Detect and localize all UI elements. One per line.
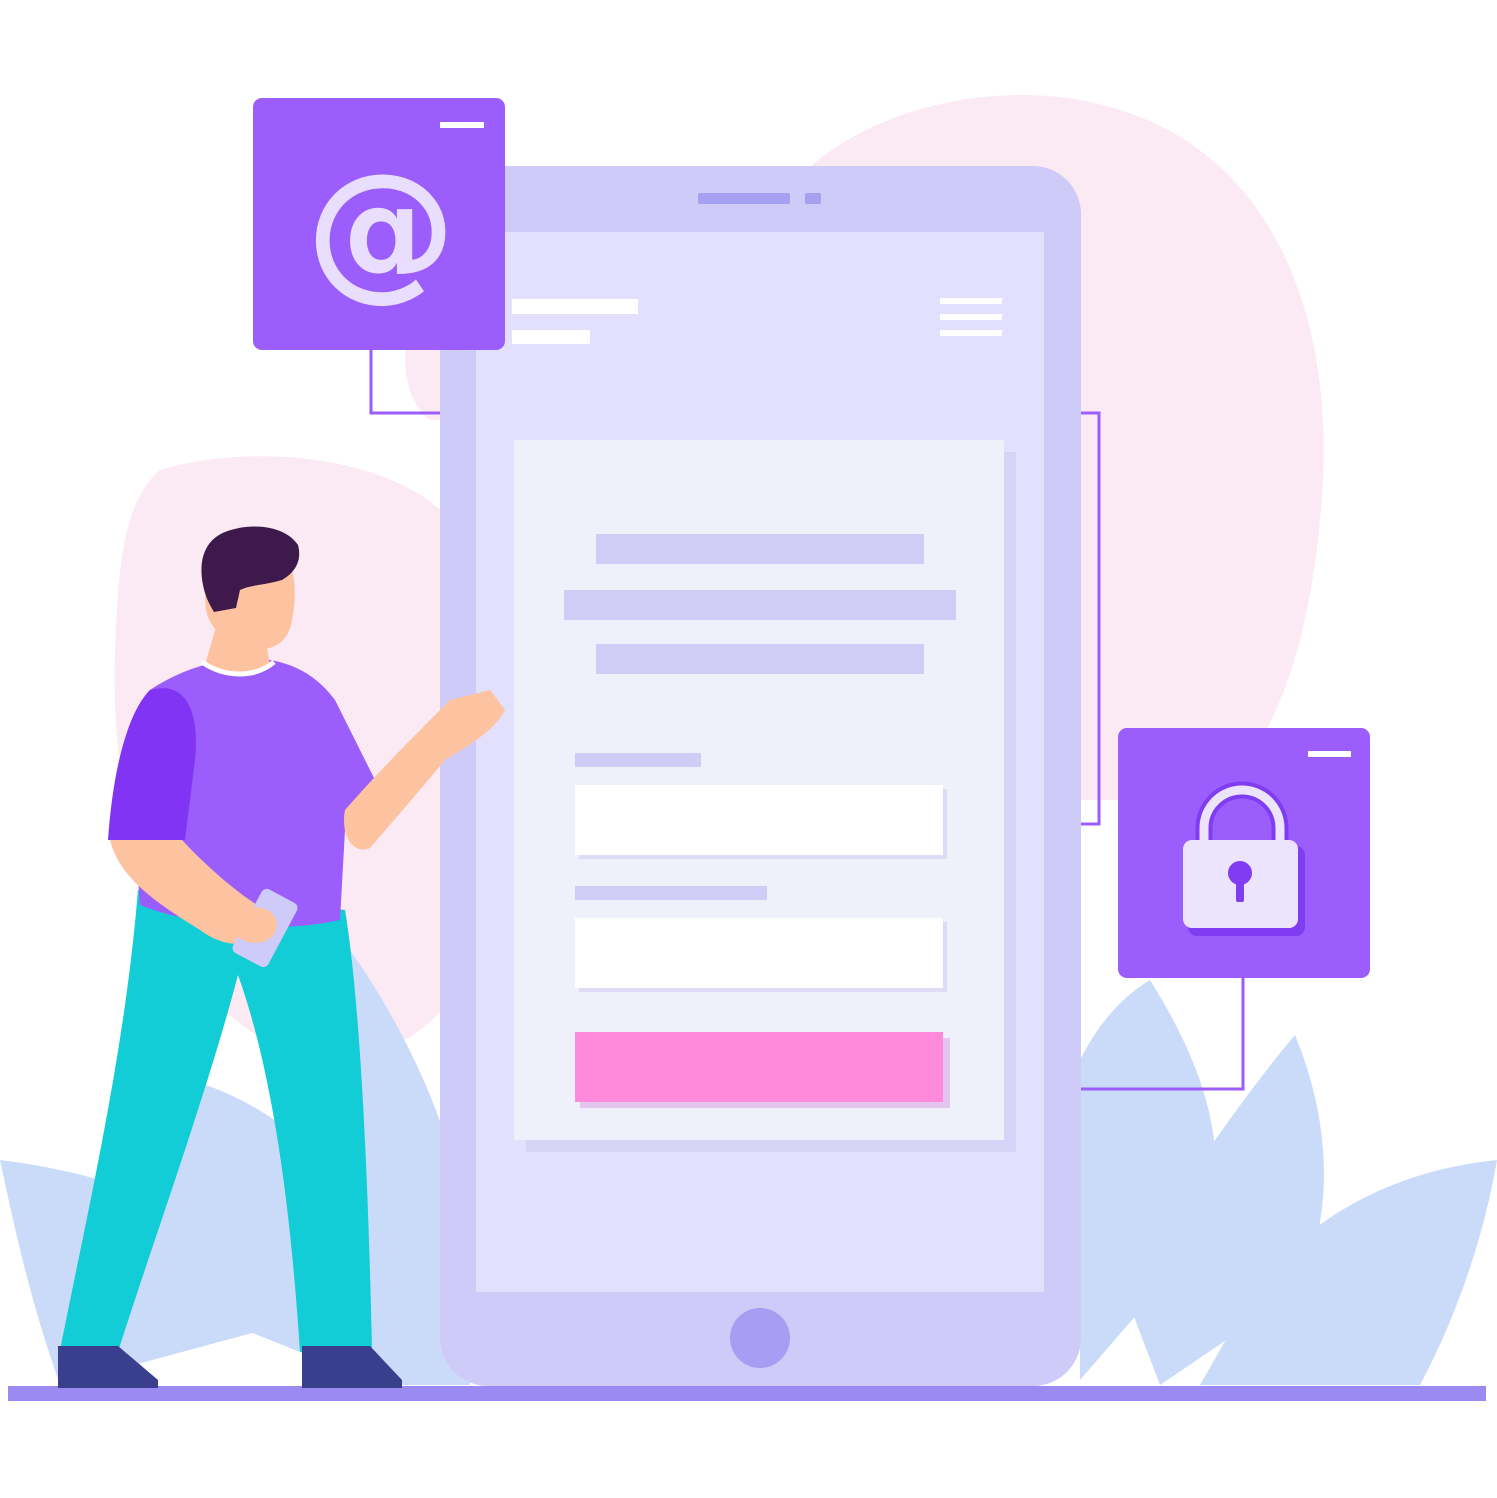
- email-card-dash: [440, 122, 484, 128]
- email-field[interactable]: [575, 785, 943, 855]
- phone-camera: [805, 193, 821, 204]
- ground-line: [8, 1386, 1486, 1401]
- password-field[interactable]: [575, 918, 943, 988]
- hamburger-menu-icon[interactable]: [940, 298, 1002, 336]
- screen-subtitle-bar: [512, 330, 590, 344]
- password-card-dash: [1308, 751, 1351, 757]
- form-heading-line-1: [596, 534, 924, 564]
- password-field-label: [575, 886, 767, 900]
- login-security-illustration: @: [0, 95, 1497, 1401]
- login-button[interactable]: [575, 1032, 943, 1102]
- screen-title-bar: [512, 299, 638, 314]
- at-sign-icon: @: [306, 142, 456, 316]
- form-heading-line-2: [564, 590, 956, 620]
- phone: [440, 166, 1081, 1386]
- email-field-label: [575, 753, 701, 767]
- person-hand-left: [233, 907, 277, 943]
- home-button[interactable]: [730, 1308, 790, 1368]
- phone-speaker: [698, 193, 790, 204]
- form-heading-line-3: [596, 644, 924, 674]
- password-card: [1118, 728, 1370, 978]
- email-card: @: [253, 98, 505, 350]
